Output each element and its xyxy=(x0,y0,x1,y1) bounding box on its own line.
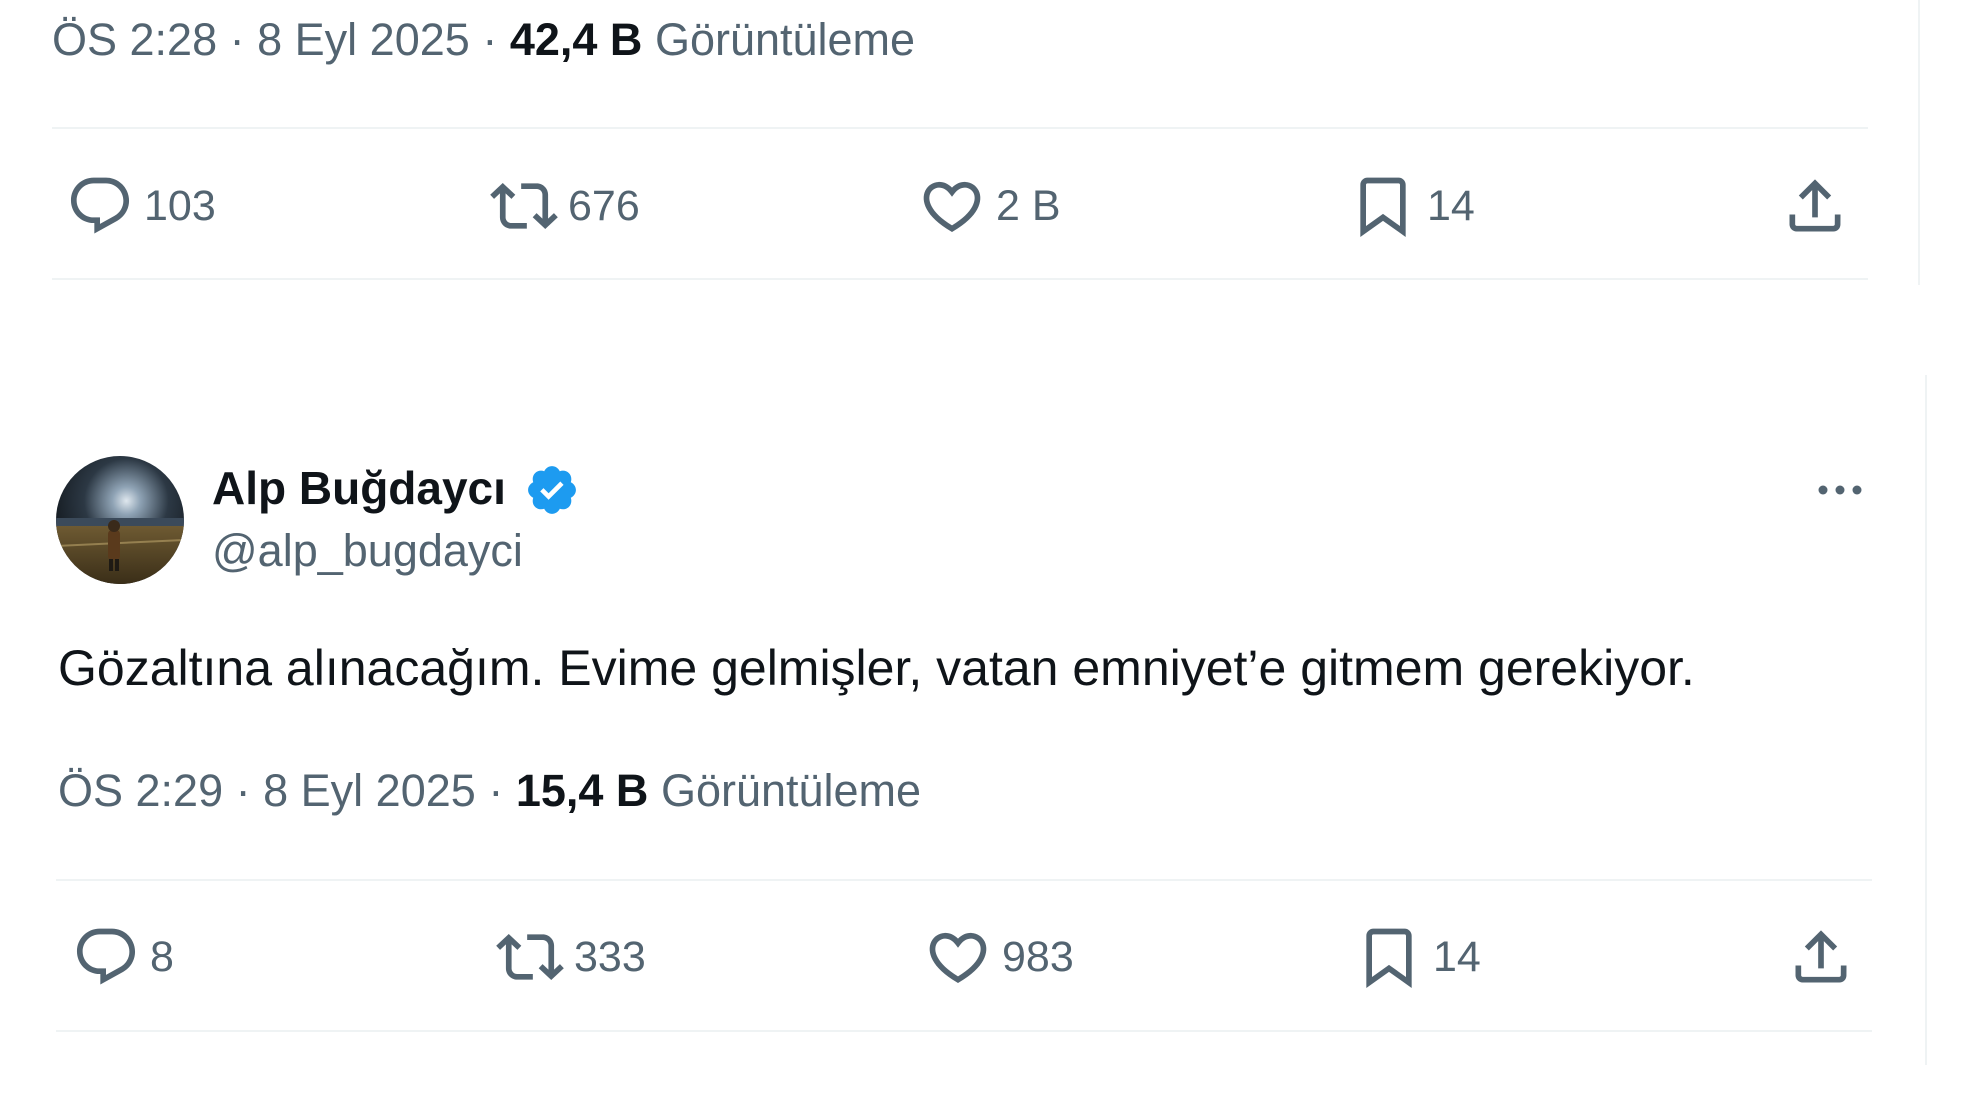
like-count: 2 B xyxy=(996,181,1061,230)
tweet2-time[interactable]: ÖS 2:29 xyxy=(58,765,223,816)
repost-count: 676 xyxy=(568,181,640,230)
bookmark-button[interactable]: 14 xyxy=(1355,917,1481,997)
tweet1-meta: ÖS 2:28 · 8 Eyl 2025 · 42,4 B Görüntülem… xyxy=(52,14,915,66)
reply-button[interactable]: 103 xyxy=(66,166,216,246)
heart-icon xyxy=(929,932,987,983)
bookmark-icon xyxy=(1360,177,1406,237)
bookmark-count: 14 xyxy=(1427,181,1475,230)
meta-separator: · xyxy=(229,14,245,65)
meta-separator: · xyxy=(235,765,251,816)
avatar-image xyxy=(56,456,184,584)
bookmark-count: 14 xyxy=(1433,932,1481,981)
reply-count: 8 xyxy=(150,932,174,981)
meta-separator: · xyxy=(488,765,504,816)
tweet1-date[interactable]: 8 Eyl 2025 xyxy=(257,14,470,65)
bookmark-button[interactable]: 14 xyxy=(1349,166,1475,246)
heart-icon xyxy=(923,181,981,232)
share-icon xyxy=(1789,179,1841,232)
column-border-bottom xyxy=(1925,375,1927,1065)
reply-count: 103 xyxy=(144,181,216,230)
reply-button[interactable]: 8 xyxy=(72,917,174,997)
tweet1-views-count: 42,4 B xyxy=(509,14,643,65)
like-button[interactable]: 2 B xyxy=(918,166,1061,246)
like-button[interactable]: 983 xyxy=(924,917,1074,997)
bookmark-icon xyxy=(1366,928,1412,988)
tweet1-time[interactable]: ÖS 2:28 xyxy=(52,14,217,65)
meta-separator: · xyxy=(482,14,498,65)
more-options-icon xyxy=(1818,485,1862,495)
repost-icon xyxy=(490,182,558,230)
repost-button[interactable]: 333 xyxy=(496,917,646,997)
tweet2-date[interactable]: 8 Eyl 2025 xyxy=(263,765,476,816)
more-options-button[interactable] xyxy=(1810,460,1870,520)
divider xyxy=(52,278,1868,280)
repost-count: 333 xyxy=(574,932,646,981)
share-icon xyxy=(1795,930,1847,983)
share-button[interactable] xyxy=(1787,917,1855,997)
share-button[interactable] xyxy=(1781,166,1849,246)
like-count: 983 xyxy=(1002,932,1074,981)
repost-button[interactable]: 676 xyxy=(490,166,640,246)
reply-icon xyxy=(76,928,136,985)
tweet2-action-bar: 8 333 983 14 xyxy=(58,917,1874,997)
tweet2-views-count: 15,4 B xyxy=(515,765,649,816)
column-border-top xyxy=(1918,0,1920,285)
divider xyxy=(56,879,1872,881)
author-handle[interactable]: @alp_bugdayci xyxy=(212,525,523,577)
tweet2-views-label: Görüntüleme xyxy=(660,765,922,816)
reply-icon xyxy=(70,177,130,234)
verified-badge-icon xyxy=(528,466,576,514)
avatar[interactable] xyxy=(56,456,184,584)
tweet2-meta: ÖS 2:29 · 8 Eyl 2025 · 15,4 B Görüntülem… xyxy=(58,765,921,817)
repost-icon xyxy=(496,933,564,981)
tweet1-action-bar: 103 676 2 B 14 xyxy=(52,166,1868,246)
author-name[interactable]: Alp Buğdaycı xyxy=(212,462,506,514)
divider xyxy=(56,1030,1872,1032)
tweet1-views-label: Görüntüleme xyxy=(654,14,916,65)
divider xyxy=(52,127,1868,129)
tweet-text: Gözaltına alınacağım. Evime gelmişler, v… xyxy=(58,640,1695,696)
